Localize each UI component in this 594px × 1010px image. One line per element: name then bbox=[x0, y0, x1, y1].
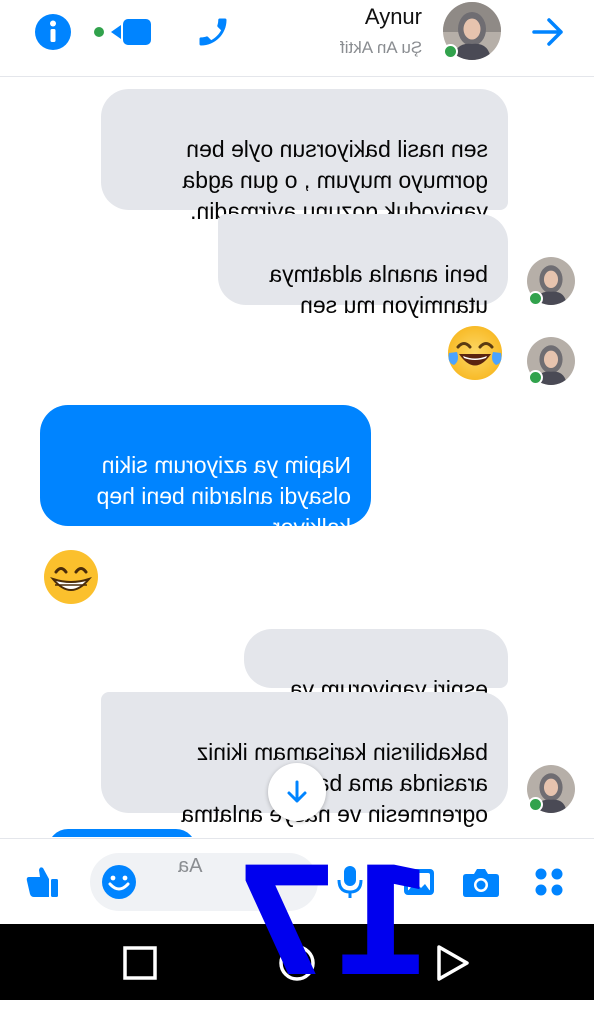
phone-icon[interactable] bbox=[190, 9, 236, 55]
chat-header: Aynur Şu An Aktif bbox=[0, 0, 594, 77]
home-nav-icon[interactable] bbox=[272, 938, 322, 988]
message-text: beni ananla aldatmya utanmiyon mu sen bbox=[269, 261, 488, 318]
message-bubble[interactable]: beni ananla aldatmya utanmiyon mu sen bbox=[218, 214, 508, 318]
message-bubble[interactable]: sen nasil bakiyorsun oyle ben gormuyo mu… bbox=[101, 89, 508, 224]
message-input-placeholder: Aa bbox=[178, 855, 203, 877]
online-indicator bbox=[528, 370, 543, 385]
tears-of-joy-emoji[interactable] bbox=[445, 323, 505, 383]
online-indicator bbox=[443, 44, 458, 59]
message-text: Napim ya aziyorum sikin olsaydi anlardin… bbox=[96, 452, 351, 540]
online-indicator bbox=[528, 291, 543, 306]
message-composer: Aa bbox=[0, 838, 594, 925]
recents-nav-icon[interactable] bbox=[115, 938, 165, 988]
emoji-icon[interactable] bbox=[98, 861, 140, 903]
message-bubble[interactable]: Napim ya aziyorum sikin olsaydi anlardin… bbox=[40, 405, 371, 540]
arrow-down-icon bbox=[287, 780, 307, 803]
message-bubble[interactable]: espiri yapiyorum ya bbox=[244, 629, 508, 702]
camera-icon[interactable] bbox=[458, 861, 504, 903]
grinning-emoji[interactable] bbox=[41, 547, 101, 607]
like-icon[interactable] bbox=[20, 861, 64, 903]
contact-name[interactable]: Aynur bbox=[365, 4, 422, 30]
info-icon[interactable] bbox=[30, 9, 76, 55]
scroll-to-bottom-button[interactable] bbox=[268, 763, 326, 821]
contact-status: Şu An Aktif bbox=[339, 38, 422, 57]
apps-icon[interactable] bbox=[528, 861, 570, 903]
video-call-icon[interactable] bbox=[90, 12, 154, 52]
message-list[interactable]: sen nasil bakiyorsun oyle ben gormuyo mu… bbox=[0, 77, 594, 837]
back-arrow-icon[interactable] bbox=[526, 10, 570, 54]
microphone-icon[interactable] bbox=[330, 861, 370, 903]
gallery-icon[interactable] bbox=[398, 861, 440, 903]
online-indicator bbox=[528, 797, 543, 812]
message-bubble-partial[interactable] bbox=[48, 829, 196, 837]
back-nav-icon[interactable] bbox=[428, 938, 478, 988]
system-nav-bar bbox=[0, 924, 594, 1000]
